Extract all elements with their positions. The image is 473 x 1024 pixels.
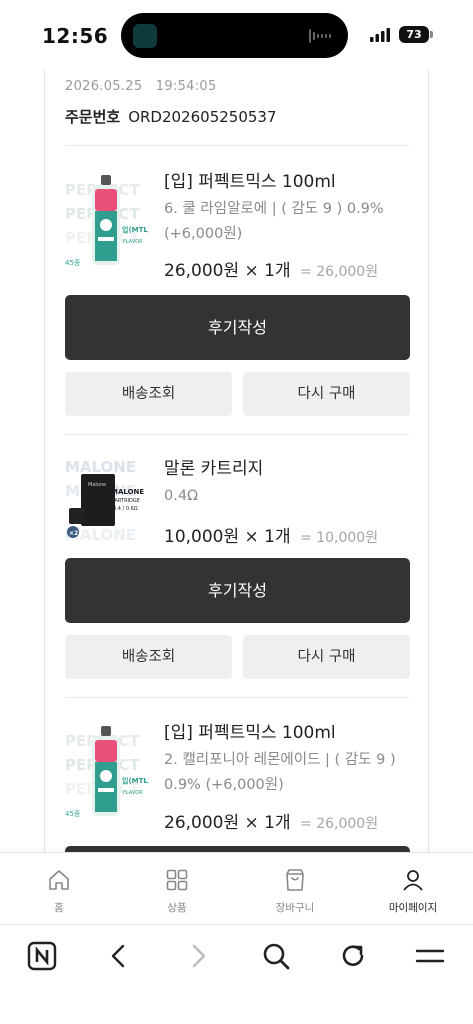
dynamic-island — [121, 13, 348, 58]
svg-text:입(MTL): 입(MTL) — [122, 225, 149, 234]
order-time: 19:54:05 — [155, 79, 217, 94]
app-icon — [133, 24, 157, 48]
grid-icon — [166, 869, 188, 891]
svg-text:Malone: Malone — [88, 482, 106, 488]
forward-chevron-icon[interactable] — [183, 941, 213, 971]
product-thumbnail[interactable]: MALONE MALONE MALONE Malone MALONE CARTR… — [65, 454, 149, 554]
audio-wave-icon — [309, 29, 331, 43]
naver-n-icon[interactable] — [27, 941, 57, 971]
svg-text:MALONE: MALONE — [111, 488, 144, 496]
order-item: MALONE MALONE MALONE Malone MALONE CARTR… — [65, 454, 410, 554]
order-number-value: ORD202605250537 — [128, 108, 277, 126]
svg-text:CARTRIDGE: CARTRIDGE — [111, 498, 140, 504]
write-review-button[interactable]: 후기작성 — [65, 558, 410, 623]
home-icon — [49, 870, 69, 890]
item-total: = 26,000원 — [300, 264, 379, 280]
status-bar: 12:56 73 — [0, 0, 473, 70]
shopping-bag-icon — [286, 869, 304, 891]
bottom-nav: 홈 상품 장바구니 마이페이지 — [0, 852, 473, 924]
item-price-qty: 26,000원 × 1개 — [164, 813, 291, 833]
item-name[interactable]: [입] 퍼펙트믹스 100ml — [164, 718, 336, 743]
nav-home[interactable]: 홈 — [0, 853, 118, 925]
clock: 12:56 — [42, 24, 109, 48]
item-total: = 26,000원 — [300, 816, 379, 832]
svg-text:FLAVOR: FLAVOR — [123, 790, 143, 796]
svg-text:0.4 / 0.6Ω: 0.4 / 0.6Ω — [113, 506, 138, 512]
nav-products[interactable]: 상품 — [118, 853, 236, 925]
nav-home-label: 홈 — [54, 902, 64, 914]
write-review-button[interactable]: 후기작성 — [65, 295, 410, 360]
item-price: 26,000원 × 1개 = 26,000원 — [164, 808, 378, 833]
svg-text:FLAVOR: FLAVOR — [123, 239, 143, 245]
item-price: 26,000원 × 1개 = 26,000원 — [164, 256, 378, 281]
rebuy-button[interactable]: 다시 구매 — [243, 372, 410, 416]
search-icon[interactable] — [261, 941, 291, 971]
item-price-qty: 10,000원 × 1개 — [164, 527, 291, 547]
svg-text:45종: 45종 — [65, 810, 81, 818]
rebuy-button[interactable]: 다시 구매 — [243, 635, 410, 679]
order-number-label: 주문번호 — [65, 108, 121, 126]
user-icon — [403, 870, 423, 891]
track-delivery-button[interactable]: 배송조회 — [65, 635, 232, 679]
product-thumbnail[interactable]: PERFECT PERFECT PERFECT 입(MTL) FLAVOR 45… — [65, 718, 149, 818]
nav-mypage-label: 마이페이지 — [388, 902, 438, 914]
order-card: 2026.05.25 19:54:05 주문번호 ORD202605250537 … — [44, 70, 429, 860]
svg-text:입(MTL): 입(MTL) — [122, 776, 149, 785]
order-date: 2026.05.25 — [65, 79, 143, 94]
nav-cart-label: 장바구니 — [275, 902, 315, 914]
track-delivery-button[interactable]: 배송조회 — [65, 372, 232, 416]
svg-text:×2: ×2 — [69, 530, 78, 537]
nav-cart[interactable]: 장바구니 — [236, 853, 354, 925]
order-item: PERFECT PERFECT PERFECT 입(MTL) FLAVOR 45… — [65, 167, 410, 282]
svg-text:45종: 45종 — [65, 259, 81, 267]
item-name[interactable]: [입] 퍼펙트믹스 100ml — [164, 167, 336, 192]
divider — [65, 434, 409, 435]
browser-toolbar — [0, 924, 473, 1024]
item-name[interactable]: 말론 카트리지 — [164, 454, 263, 479]
svg-text:MALONE: MALONE — [65, 458, 136, 476]
item-total: = 10,000원 — [300, 530, 379, 546]
item-option: 0.4Ω — [164, 488, 199, 504]
item-price: 10,000원 × 1개 = 10,000원 — [164, 522, 378, 547]
nav-products-label: 상품 — [167, 902, 187, 914]
signal-icon — [370, 28, 390, 42]
item-option: 2. 캘리포니아 레몬에이드 | ( 감도 9 ) 0.9% (+6,000원) — [164, 752, 396, 793]
item-price-qty: 26,000원 × 1개 — [164, 261, 291, 281]
back-chevron-icon[interactable] — [104, 941, 134, 971]
product-thumbnail[interactable]: PERFECT PERFECT PERFECT 입(MTL) FLAVOR 45… — [65, 167, 149, 267]
battery-indicator: 73 — [399, 26, 433, 43]
item-option: 6. 쿨 라임알로에 | ( 감도 9 ) 0.9% (+6,000원) — [164, 201, 384, 242]
refresh-icon[interactable] — [338, 941, 368, 971]
menu-icon[interactable] — [415, 941, 445, 971]
order-number: 주문번호 ORD202605250537 — [65, 106, 277, 127]
divider — [65, 145, 409, 146]
divider — [65, 697, 409, 698]
order-datetime: 2026.05.25 19:54:05 — [65, 79, 217, 94]
order-item: PERFECT PERFECT PERFECT 입(MTL) FLAVOR 45… — [65, 718, 410, 833]
nav-mypage[interactable]: 마이페이지 — [354, 853, 472, 925]
